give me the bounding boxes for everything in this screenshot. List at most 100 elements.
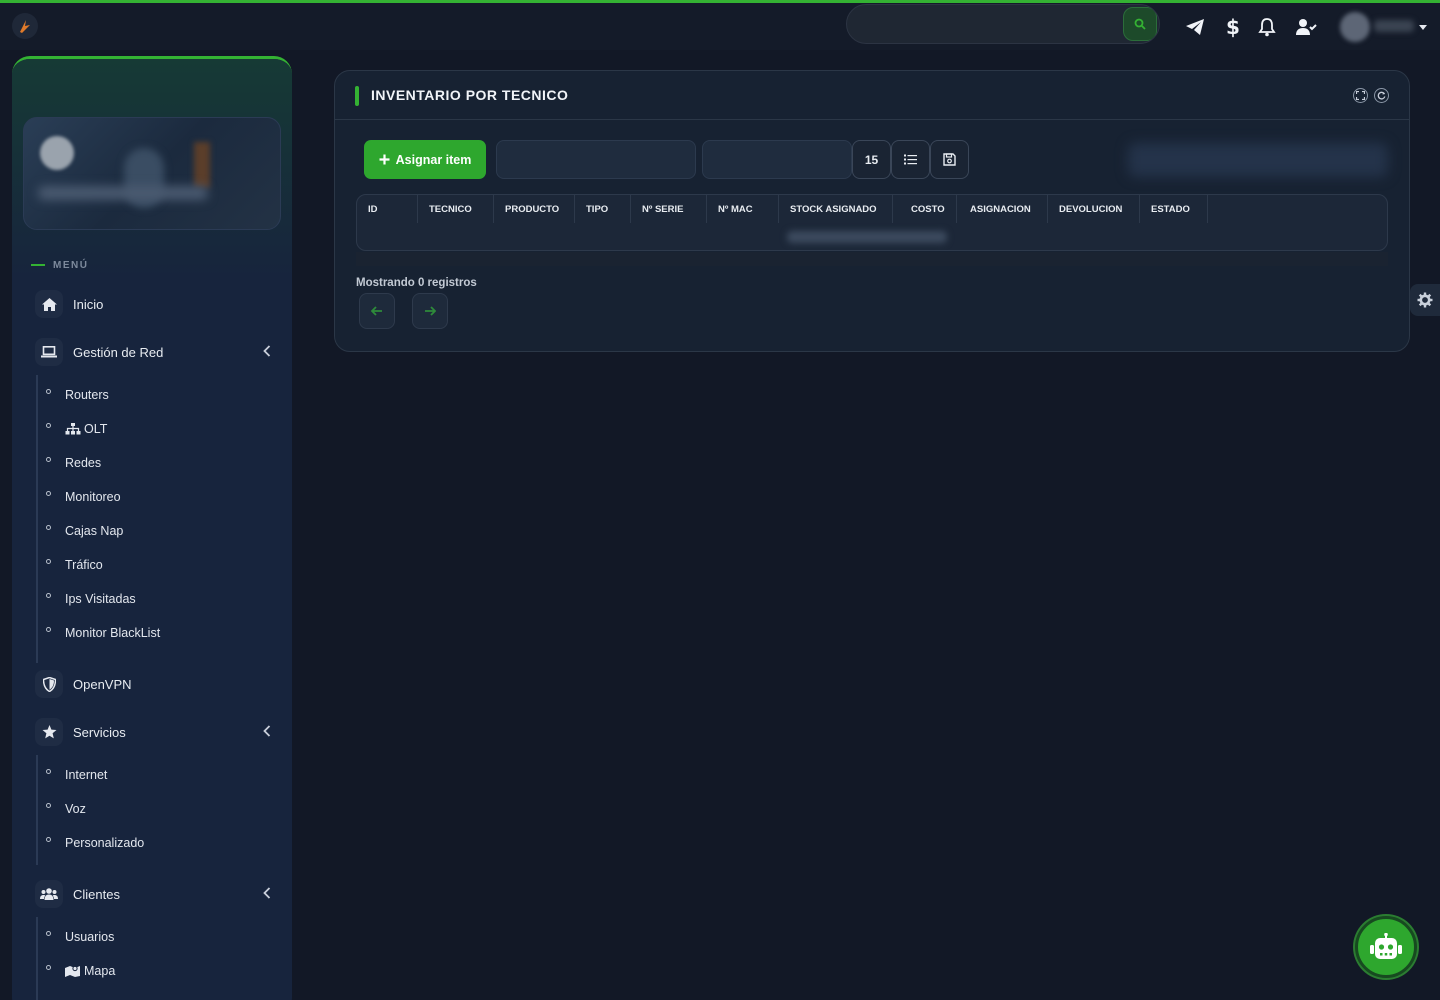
bullet-icon xyxy=(46,768,51,774)
sidebar-item-openvpn[interactable]: OpenVPN xyxy=(35,669,271,699)
profile-name xyxy=(38,186,208,200)
column-header[interactable]: PRODUCTO xyxy=(494,195,575,223)
plus-icon xyxy=(379,154,390,165)
profile-background-figure xyxy=(194,142,210,188)
profile-card[interactable] xyxy=(23,117,281,230)
sidebar-subitem-usuarios[interactable]: Usuarios xyxy=(46,928,114,946)
user-check-icon[interactable] xyxy=(1295,16,1317,38)
chevron-down-icon[interactable] xyxy=(1419,25,1427,30)
sidebar-subitem-trafico[interactable]: Tráfico xyxy=(46,556,103,574)
chevron-left-icon xyxy=(263,887,271,902)
submenu-line xyxy=(36,917,38,1000)
assign-item-label: Asignar item xyxy=(395,152,472,167)
columns-toggle-button[interactable] xyxy=(891,140,930,179)
assign-item-button[interactable]: Asignar item xyxy=(364,140,486,179)
column-header[interactable]: DEVOLUCION xyxy=(1048,195,1140,223)
user-name[interactable] xyxy=(1374,20,1414,32)
sidebar-subitem-voz[interactable]: Voz xyxy=(46,800,86,818)
column-header[interactable]: COSTO xyxy=(893,195,957,223)
search-button[interactable] xyxy=(1123,7,1157,41)
subitem-label: Ips Visitadas xyxy=(65,592,136,606)
bullet-icon xyxy=(46,388,51,394)
sidebar-subitem-internet[interactable]: Internet xyxy=(46,766,107,784)
column-header[interactable]: ESTADO xyxy=(1140,195,1208,223)
menu-dash xyxy=(31,264,45,266)
top-navbar: $ xyxy=(0,3,1440,50)
sidebar-subitem-ips-visitadas[interactable]: Ips Visitadas xyxy=(46,590,136,608)
records-count: Mostrando 0 registros xyxy=(356,277,477,289)
fullscreen-icon[interactable] xyxy=(1353,88,1368,103)
column-header[interactable]: ID xyxy=(357,195,418,223)
column-header[interactable]: ASIGNACION xyxy=(957,195,1048,223)
sidebar-item-label: Inicio xyxy=(73,296,104,312)
subitem-label: Personalizado xyxy=(65,836,145,850)
bullet-icon xyxy=(46,964,51,970)
list-icon xyxy=(904,154,917,165)
subitem-label: Monitor BlackList xyxy=(65,626,161,640)
column-header[interactable]: TIPO xyxy=(575,195,631,223)
next-page-button[interactable] xyxy=(412,293,448,329)
bullet-icon xyxy=(46,456,51,462)
sidebar-item-label: Clientes xyxy=(73,886,120,902)
sidebar-item-label: Servicios xyxy=(73,724,126,740)
search-bar xyxy=(846,4,1160,44)
sidebar-subitem-redes[interactable]: Redes xyxy=(46,454,101,472)
laptop-icon xyxy=(35,338,63,366)
search-input[interactable] xyxy=(847,5,1121,43)
dollar-icon[interactable]: $ xyxy=(1221,16,1243,38)
inventory-card: INVENTARIO POR TECNICO Asignar item 15 I… xyxy=(334,70,1410,352)
sidebar-subitem-personalizado[interactable]: Personalizado xyxy=(46,834,144,852)
sidebar-item-clientes[interactable]: Clientes xyxy=(35,879,271,909)
export-button[interactable] xyxy=(930,140,969,179)
inventory-table: ID TECNICO PRODUCTO TIPO Nº SERIE Nº MAC… xyxy=(356,194,1388,251)
subitem-label: Redes xyxy=(65,456,102,470)
subitem-label: Routers xyxy=(65,388,109,402)
sidebar-subitem-mapa[interactable]: Mapa xyxy=(46,962,115,980)
sidebar-subitem-monitoreo[interactable]: Monitoreo xyxy=(46,488,121,506)
sidebar-subitem-routers[interactable]: Routers xyxy=(46,386,109,404)
bullet-icon xyxy=(46,422,51,428)
table-scroll-area xyxy=(356,252,1388,266)
user-avatar[interactable] xyxy=(1340,12,1370,42)
sidebar-item-inicio[interactable]: Inicio xyxy=(35,289,271,319)
sidebar-subitem-monitor-blacklist[interactable]: Monitor BlackList xyxy=(46,624,160,642)
previous-page-button[interactable] xyxy=(359,293,395,329)
submenu-line xyxy=(36,755,38,865)
sidebar-subitem-olt[interactable]: OLT xyxy=(46,420,107,438)
chevron-left-icon xyxy=(263,345,271,360)
subitem-label: Cajas Nap xyxy=(65,524,124,538)
sidebar-subitem-cajas-nap[interactable]: Cajas Nap xyxy=(46,522,123,540)
app-logo[interactable] xyxy=(12,13,38,39)
subitem-label: Voz xyxy=(65,802,86,816)
settings-toggle[interactable] xyxy=(1410,284,1440,316)
sidebar-item-gestion-de-red[interactable]: Gestión de Red xyxy=(35,337,271,367)
subitem-label: Mapa xyxy=(84,964,116,978)
chevron-left-icon xyxy=(263,725,271,740)
gear-icon xyxy=(1417,292,1433,308)
telegram-icon[interactable] xyxy=(1184,16,1206,38)
chatbot-button[interactable] xyxy=(1355,916,1417,978)
column-header[interactable]: TECNICO xyxy=(418,195,494,223)
map-icon xyxy=(65,965,81,977)
column-header[interactable]: STOCK ASIGNADO xyxy=(779,195,893,223)
users-icon xyxy=(35,880,63,908)
card-header: INVENTARIO POR TECNICO xyxy=(335,71,1409,120)
column-header[interactable]: Nº MAC xyxy=(707,195,779,223)
menu-label-text: MENÚ xyxy=(53,259,89,271)
svg-text:$: $ xyxy=(1226,16,1239,38)
bullet-icon xyxy=(46,490,51,496)
empty-table-message xyxy=(787,231,947,243)
refresh-icon[interactable] xyxy=(1374,88,1389,103)
page-size-select[interactable]: 15 xyxy=(852,140,891,179)
sidebar-item-label: Gestión de Red xyxy=(73,344,164,360)
table-search-input[interactable] xyxy=(1128,143,1388,177)
submenu-line xyxy=(36,375,38,663)
column-header[interactable]: Nº SERIE xyxy=(631,195,707,223)
technician-filter-select[interactable] xyxy=(496,140,696,179)
bullet-icon xyxy=(46,626,51,632)
bell-icon[interactable] xyxy=(1256,16,1278,38)
sidebar-item-servicios[interactable]: Servicios xyxy=(35,717,271,747)
product-filter-select[interactable] xyxy=(702,140,852,179)
search-icon xyxy=(1134,18,1146,30)
home-icon xyxy=(35,290,63,318)
